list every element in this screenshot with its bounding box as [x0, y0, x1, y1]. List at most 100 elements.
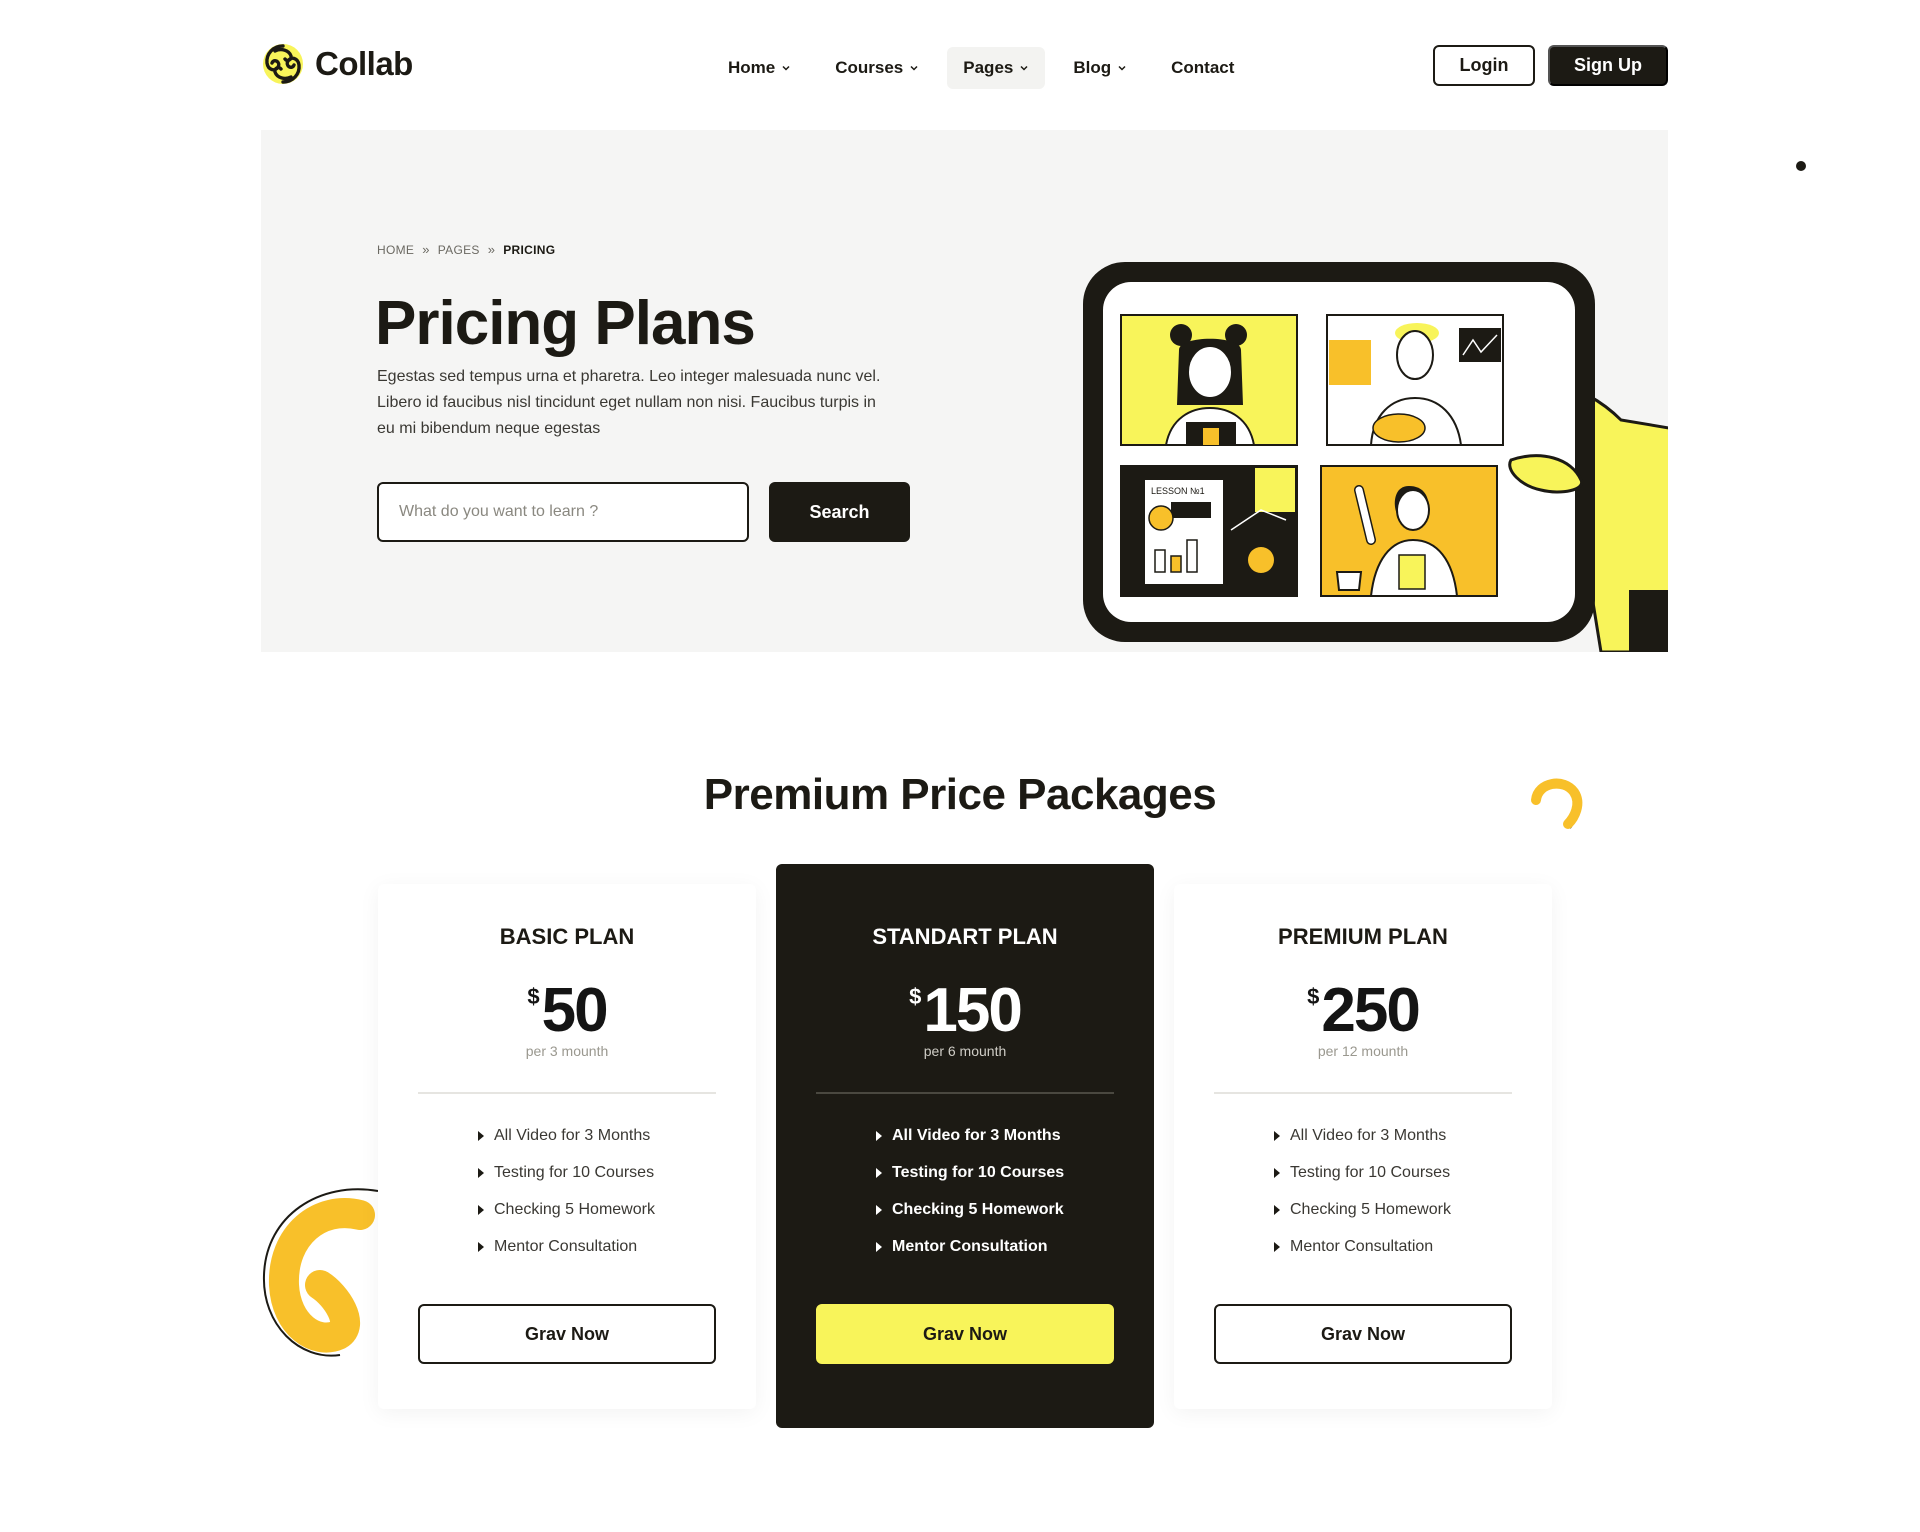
main-menu: Home Courses Pages Blog Contact — [712, 47, 1250, 89]
caret-right-icon — [1274, 1204, 1280, 1215]
page-title: Pricing Plans — [375, 289, 756, 358]
caret-right-icon — [1274, 1167, 1280, 1178]
caret-right-icon — [1274, 1130, 1280, 1141]
nav-item-pages[interactable]: Pages — [947, 47, 1046, 89]
pricing-card-standart: STANDART PLAN $ 150 per 6 mounth All Vid… — [776, 864, 1154, 1428]
pricing-card-premium: PREMIUM PLAN $ 250 per 12 mounth All Vid… — [1174, 884, 1552, 1409]
caret-right-icon — [478, 1130, 484, 1141]
plan-price: $ 150 — [776, 980, 1154, 1042]
feature-list: All Video for 3 Months Testing for 10 Co… — [1274, 1117, 1451, 1265]
list-item: All Video for 3 Months — [1274, 1117, 1451, 1154]
breadcrumb-home[interactable]: HOME — [377, 243, 414, 257]
decorative-swirl — [262, 1188, 379, 1357]
feature-label: All Video for 3 Months — [494, 1126, 651, 1144]
feature-label: Testing for 10 Courses — [1290, 1163, 1451, 1181]
feature-label: Checking 5 Homework — [494, 1200, 655, 1218]
list-item: All Video for 3 Months — [876, 1117, 1064, 1154]
breadcrumb-current: PRICING — [503, 242, 556, 257]
chevron-down-icon — [1020, 65, 1028, 71]
nav-item-courses[interactable]: Courses — [819, 47, 935, 89]
nav-item-label: Blog — [1073, 58, 1112, 77]
list-item: Mentor Consultation — [1274, 1228, 1451, 1265]
double-chevron-right-icon: » — [422, 242, 430, 257]
feature-label: Checking 5 Homework — [892, 1200, 1064, 1218]
divider — [1214, 1092, 1512, 1094]
brand-name: Collab — [315, 45, 413, 82]
chevron-down-icon — [1118, 65, 1126, 71]
nav-item-label: Pages — [963, 58, 1014, 77]
plan-period: per 12 mounth — [1317, 1043, 1409, 1059]
plan-name: PREMIUM PLAN — [1278, 924, 1448, 949]
plan-period: per 3 mounth — [525, 1043, 609, 1059]
caret-right-icon — [876, 1241, 882, 1252]
login-button[interactable]: Login — [1433, 45, 1535, 86]
feature-label: Mentor Consultation — [494, 1237, 638, 1255]
chevron-down-icon — [910, 65, 918, 71]
grab-now-button[interactable]: Grav Now — [1214, 1304, 1512, 1364]
plan-name: STANDART PLAN — [872, 924, 1058, 949]
plan-price: $ 50 — [378, 980, 756, 1042]
lesson-label: LESSON №1 — [1151, 486, 1205, 496]
price-amount: 250 — [1321, 976, 1420, 1045]
feature-label: Testing for 10 Courses — [494, 1163, 655, 1181]
plan-price: $ 250 — [1174, 980, 1552, 1042]
list-item: Checking 5 Homework — [876, 1191, 1064, 1228]
chevron-down-icon — [782, 65, 790, 71]
top-nav: Collab Home Courses Pages Blog Contact L… — [0, 0, 1920, 130]
grab-now-button[interactable]: Grav Now — [816, 1304, 1114, 1364]
list-item: Testing for 10 Courses — [1274, 1154, 1451, 1191]
feature-label: All Video for 3 Months — [892, 1126, 1061, 1144]
nav-item-label: Courses — [835, 58, 904, 77]
caret-right-icon — [478, 1204, 484, 1215]
search-input[interactable] — [377, 482, 749, 542]
plan-period: per 6 mounth — [923, 1043, 1007, 1059]
caret-right-icon — [478, 1241, 484, 1252]
plan-name: BASIC PLAN — [499, 924, 635, 949]
nav-item-blog[interactable]: Blog — [1057, 47, 1143, 89]
list-item: All Video for 3 Months — [478, 1117, 655, 1154]
price-amount: 150 — [923, 976, 1022, 1045]
list-item: Testing for 10 Courses — [478, 1154, 655, 1191]
currency-symbol: $ — [527, 984, 540, 1009]
grab-now-button[interactable]: Grav Now — [418, 1304, 716, 1364]
feature-label: Mentor Consultation — [1290, 1237, 1434, 1255]
breadcrumb-pages[interactable]: PAGES — [438, 243, 480, 257]
video-call-tablet-illustration: LESSON №1 — [1083, 262, 1668, 652]
currency-symbol: $ — [909, 984, 922, 1009]
decorative-dot — [1796, 161, 1806, 171]
feature-label: Checking 5 Homework — [1290, 1200, 1451, 1218]
collab-logo-icon — [263, 44, 303, 84]
caret-right-icon — [876, 1167, 882, 1178]
currency-symbol: $ — [1307, 984, 1320, 1009]
nav-item-label: Contact — [1171, 58, 1235, 77]
nav-item-contact[interactable]: Contact — [1155, 47, 1250, 89]
breadcrumb: HOME » PAGES » PRICING — [377, 242, 555, 257]
decorative-swirl — [1531, 778, 1583, 829]
divider — [418, 1092, 716, 1094]
page-description: Egestas sed tempus urna et pharetra. Leo… — [377, 368, 881, 437]
feature-list: All Video for 3 Months Testing for 10 Co… — [876, 1117, 1064, 1265]
feature-label: Mentor Consultation — [892, 1237, 1048, 1255]
pricing-section-title: Premium Price Packages — [703, 770, 1217, 819]
pricing-card-basic: BASIC PLAN $ 50 per 3 mounth All Video f… — [378, 884, 756, 1409]
brand-logo[interactable]: Collab — [261, 42, 413, 86]
feature-label: All Video for 3 Months — [1290, 1126, 1447, 1144]
list-item: Mentor Consultation — [478, 1228, 655, 1265]
double-chevron-right-icon: » — [487, 242, 496, 257]
list-item: Testing for 10 Courses — [876, 1154, 1064, 1191]
caret-right-icon — [478, 1167, 484, 1178]
feature-list: All Video for 3 Months Testing for 10 Co… — [478, 1117, 655, 1265]
price-amount: 50 — [541, 976, 609, 1045]
search-button[interactable]: Search — [769, 482, 910, 542]
hero-banner: HOME » PAGES » PRICING Pricing Plans Ege… — [261, 130, 1668, 652]
caret-right-icon — [876, 1130, 882, 1141]
nav-item-label: Home — [728, 58, 776, 77]
signup-button[interactable]: Sign Up — [1548, 45, 1668, 86]
list-item: Checking 5 Homework — [478, 1191, 655, 1228]
list-item: Mentor Consultation — [876, 1228, 1064, 1265]
feature-label: Testing for 10 Courses — [892, 1163, 1065, 1181]
list-item: Checking 5 Homework — [1274, 1191, 1451, 1228]
divider — [816, 1092, 1114, 1094]
caret-right-icon — [876, 1204, 882, 1215]
nav-item-home[interactable]: Home — [712, 47, 807, 89]
